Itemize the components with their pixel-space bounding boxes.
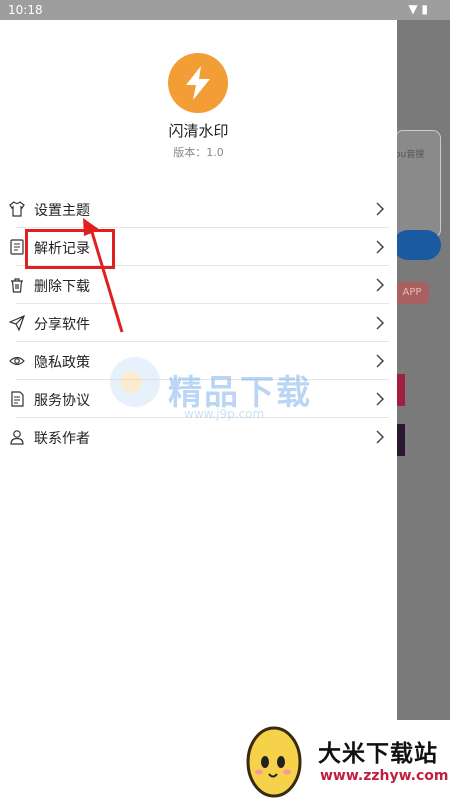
footer-title: 大米下载站 [318,741,438,767]
watermark-logo [110,357,160,407]
egg-mascot-icon [246,726,302,798]
watermark: 精品下载 www.j9p.com [110,355,360,435]
watermark-url: www.j9p.com [184,407,265,421]
footer-watermark: 大米下载站 www.zzhyw.com [0,720,450,800]
footer-url: www.zzhyw.com [320,768,449,784]
